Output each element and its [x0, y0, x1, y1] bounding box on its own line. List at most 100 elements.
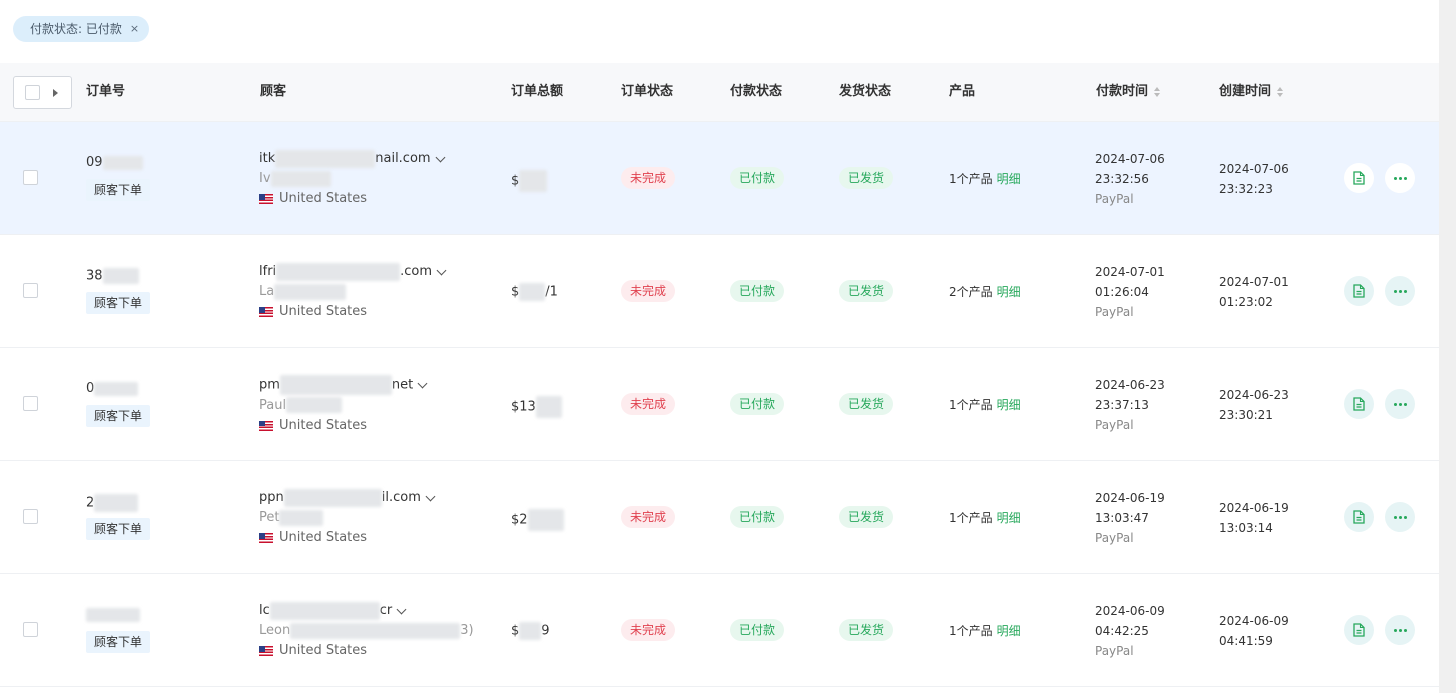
- more-actions-button[interactable]: [1385, 615, 1415, 645]
- shipping-status-badge: 已发货: [839, 506, 894, 528]
- created-date: 2024-06-19: [1219, 501, 1289, 515]
- email-start: itk: [259, 151, 276, 166]
- product-detail-link[interactable]: 明细: [997, 398, 1021, 412]
- customer-name-text: Pet: [259, 510, 280, 525]
- table-row[interactable]: 2 顾客下单 ppn il.com Pet United States $2 未完…: [0, 461, 1439, 574]
- header-total: 订单总额: [511, 63, 563, 121]
- email-start: ppn: [259, 490, 284, 505]
- customer-email[interactable]: itk nail.com: [259, 149, 446, 169]
- row-checkbox[interactable]: [23, 509, 38, 524]
- us-flag-icon: [259, 533, 273, 543]
- payment-status-badge: 已付款: [730, 619, 785, 641]
- order-number[interactable]: 0: [86, 381, 150, 397]
- email-start: pm: [259, 377, 280, 393]
- created-clock: 23:32:23: [1219, 182, 1273, 196]
- order-status-badge: 未完成: [621, 506, 676, 528]
- customer-email[interactable]: pm net: [259, 375, 428, 396]
- order-number-text[interactable]: 2: [86, 496, 94, 511]
- chevron-down-icon[interactable]: [436, 265, 447, 275]
- order-number[interactable]: 2: [86, 494, 150, 512]
- customer-cell: ppn il.com Pet United States: [259, 488, 436, 548]
- order-number-text[interactable]: 38: [86, 269, 103, 284]
- product-cell: 1个产品 明细: [949, 622, 1021, 639]
- more-actions-button[interactable]: [1385, 389, 1415, 419]
- customer-name: Paul: [259, 396, 426, 416]
- customer-email[interactable]: lfri .com: [259, 262, 447, 282]
- close-icon[interactable]: ×: [130, 16, 139, 42]
- customer-cell: lc cr Leon 3) United States: [259, 601, 474, 661]
- chevron-down-icon[interactable]: [396, 604, 407, 614]
- more-actions-button[interactable]: [1385, 276, 1415, 306]
- redacted-mask: [286, 397, 343, 413]
- header-paid-time[interactable]: 付款时间: [1096, 63, 1161, 121]
- order-id-cell: 2 顾客下单: [86, 494, 151, 540]
- customer-email[interactable]: lc cr: [259, 601, 474, 621]
- product-detail-link[interactable]: 明细: [997, 172, 1021, 186]
- us-flag-icon: [259, 307, 273, 317]
- scrollbar[interactable]: [1439, 0, 1456, 693]
- customer-country: United States: [259, 189, 444, 209]
- row-checkbox[interactable]: [23, 283, 38, 298]
- order-number[interactable]: 09: [86, 155, 150, 171]
- order-total: $9: [511, 622, 550, 640]
- header-customer: 顾客: [260, 63, 286, 121]
- sort-caret-icon[interactable]: [1277, 87, 1284, 97]
- more-dots-icon: [1393, 515, 1407, 519]
- more-dots-icon: [1393, 289, 1407, 293]
- row-checkbox[interactable]: [23, 170, 38, 185]
- country-name: United States: [279, 417, 368, 433]
- order-number-text[interactable]: 0: [86, 381, 94, 396]
- chevron-down-icon[interactable]: [417, 378, 428, 389]
- customer-name-text: La: [259, 284, 275, 299]
- row-checkbox[interactable]: [23, 622, 38, 637]
- row-checkbox[interactable]: [23, 396, 38, 411]
- customer-cell: lfri .com La United States: [259, 262, 447, 322]
- header-shipping-status-label: 发货状态: [839, 84, 892, 99]
- caret-right-icon[interactable]: [53, 88, 58, 97]
- document-button[interactable]: [1344, 389, 1374, 419]
- chevron-down-icon[interactable]: [425, 491, 436, 501]
- redacted-mask: [86, 607, 140, 622]
- order-number[interactable]: [86, 607, 150, 623]
- product-detail-link[interactable]: 明细: [997, 624, 1021, 638]
- table-header: 订单号 顾客 订单总额 订单状态 付款状态 发货状态 产品 付款时间 创建时间: [0, 63, 1439, 122]
- filter-chip-payment-status[interactable]: 付款状态: 已付款 ×: [13, 16, 150, 42]
- document-button[interactable]: [1344, 502, 1374, 532]
- table-row[interactable]: 09 顾客下单 itk nail.com Iv United States $ 未…: [0, 122, 1439, 235]
- redacted-mask: [519, 283, 546, 301]
- shipping-status-badge: 已发货: [839, 280, 894, 302]
- select-all-checkbox[interactable]: [25, 85, 40, 100]
- order-source-tag: 顾客下单: [86, 405, 151, 427]
- document-button[interactable]: [1344, 163, 1374, 193]
- created-date: 2024-06-09: [1219, 614, 1289, 628]
- redacted-mask: [102, 268, 139, 284]
- document-button[interactable]: [1344, 615, 1374, 645]
- product-count: 1个产品: [949, 172, 993, 186]
- table-row[interactable]: 0 顾客下单 pm net Paul United States $13 未完成 …: [0, 348, 1439, 461]
- table-row[interactable]: 顾客下单 lc cr Leon 3) United States $9 未完成 已付…: [0, 574, 1439, 687]
- filter-chip-label: 付款状态: 已付款: [30, 22, 122, 36]
- order-status-badge: 未完成: [621, 167, 676, 189]
- customer-email[interactable]: ppn il.com: [259, 488, 436, 508]
- sort-caret-icon[interactable]: [1154, 87, 1161, 97]
- chevron-down-icon[interactable]: [435, 152, 446, 162]
- redacted-mask: [290, 622, 461, 639]
- select-all-dropdown[interactable]: [13, 76, 72, 109]
- document-button[interactable]: [1344, 276, 1374, 306]
- product-detail-link[interactable]: 明细: [997, 285, 1021, 299]
- more-actions-button[interactable]: [1385, 502, 1415, 532]
- paid-time-cell: 2024-06-19 13:03:47 PayPal: [1095, 488, 1165, 548]
- product-detail-link[interactable]: 明细: [997, 511, 1021, 525]
- table-row[interactable]: 38 顾客下单 lfri .com La United States $ /1 未完…: [0, 235, 1439, 348]
- header-order-no-label: 订单号: [86, 84, 126, 99]
- document-icon: [1353, 171, 1365, 185]
- more-actions-button[interactable]: [1385, 163, 1415, 193]
- order-number[interactable]: 38: [86, 268, 150, 284]
- order-number-text[interactable]: 09: [86, 155, 103, 170]
- paid-time-cell: 2024-06-23 23:37:13 PayPal: [1095, 375, 1165, 435]
- created-date: 2024-07-01: [1219, 275, 1289, 289]
- order-total: $2: [511, 509, 564, 531]
- payment-gateway: PayPal: [1095, 531, 1134, 545]
- header-created-time[interactable]: 创建时间: [1219, 63, 1284, 121]
- us-flag-icon: [259, 194, 273, 204]
